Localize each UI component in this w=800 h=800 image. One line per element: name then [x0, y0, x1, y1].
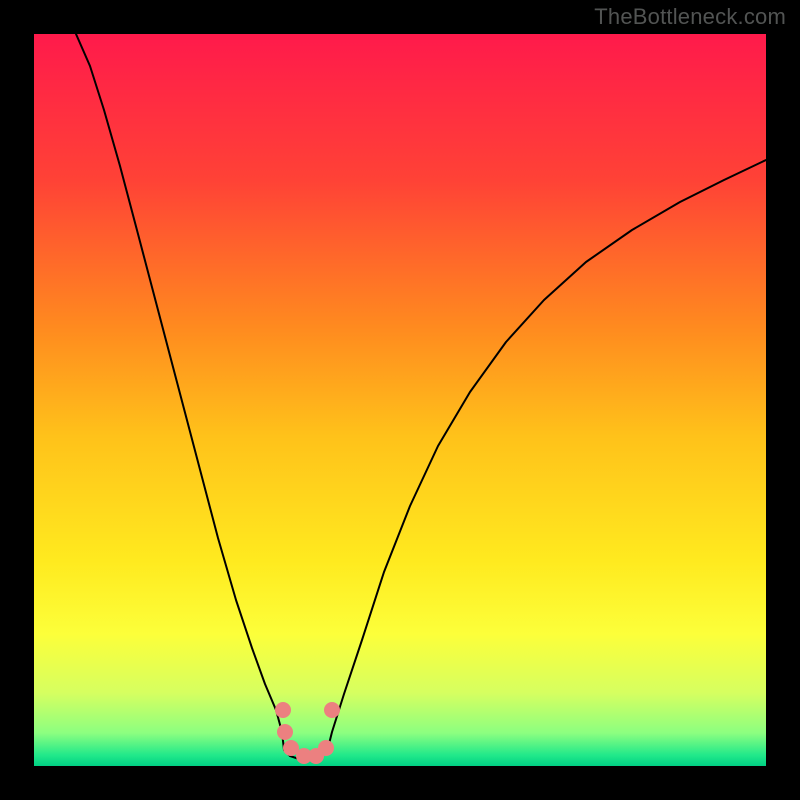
- bottleneck-chart: [0, 0, 800, 800]
- curve-marker: [324, 702, 340, 718]
- chart-stage: TheBottleneck.com: [0, 0, 800, 800]
- curve-marker: [318, 740, 334, 756]
- curve-marker: [277, 724, 293, 740]
- plot-background: [34, 34, 766, 766]
- watermark-text: TheBottleneck.com: [594, 4, 786, 30]
- curve-marker: [275, 702, 291, 718]
